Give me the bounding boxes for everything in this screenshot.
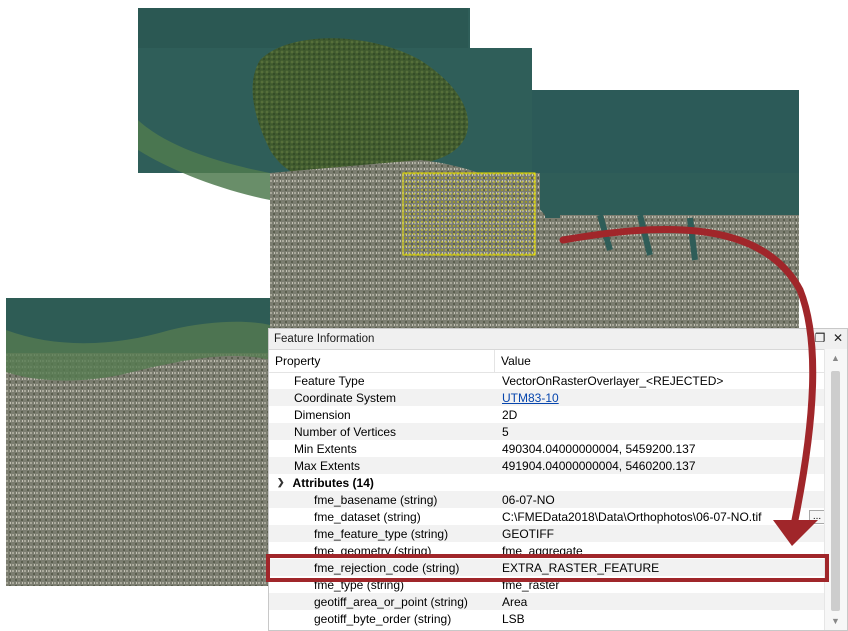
property-column-header[interactable]: Property bbox=[269, 350, 495, 372]
property-row[interactable]: Number of Vertices 5 bbox=[269, 423, 825, 440]
property-row[interactable]: Max Extents 491904.04000000004, 5460200.… bbox=[269, 457, 825, 474]
restore-icon[interactable]: ❐ bbox=[813, 330, 827, 346]
feature-information-panel: Feature Information ❐ ✕ Property Value F… bbox=[268, 328, 848, 631]
property-row[interactable]: Feature Type VectorOnRasterOverlayer_<RE… bbox=[269, 372, 825, 389]
attribute-row[interactable]: fme_type (string) fme_raster bbox=[269, 576, 825, 593]
attribute-row[interactable]: geotiff_byte_order (string) LSB bbox=[269, 610, 825, 627]
scroll-down-icon[interactable]: ▼ bbox=[831, 616, 840, 626]
browse-button[interactable]: ... bbox=[809, 509, 825, 524]
attribute-row[interactable]: geotiff_area_or_point (string) Area bbox=[269, 593, 825, 610]
close-icon[interactable]: ✕ bbox=[831, 330, 845, 346]
chevron-down-icon[interactable]: ❯ bbox=[277, 477, 285, 488]
coordinate-system-link[interactable]: UTM83-10 bbox=[502, 391, 559, 405]
value-column-header[interactable]: Value bbox=[495, 354, 531, 368]
attribute-row[interactable]: fme_geometry (string) fme_aggregate bbox=[269, 542, 825, 559]
vertical-scrollbar[interactable]: ▲ ▼ bbox=[824, 349, 847, 630]
property-row[interactable]: Min Extents 490304.04000000004, 5459200.… bbox=[269, 440, 825, 457]
attribute-row-rejection-code[interactable]: fme_rejection_code (string) EXTRA_RASTER… bbox=[269, 559, 825, 576]
selected-feature-box[interactable] bbox=[402, 172, 536, 256]
property-row[interactable]: Dimension 2D bbox=[269, 406, 825, 423]
scroll-thumb[interactable] bbox=[831, 371, 840, 611]
attribute-row[interactable]: fme_feature_type (string) GEOTIFF bbox=[269, 525, 825, 542]
column-header: Property Value bbox=[269, 350, 847, 373]
attribute-row[interactable]: fme_basename (string) 06-07-NO bbox=[269, 491, 825, 508]
attribute-row[interactable]: fme_dataset (string) C:\FMEData2018\Data… bbox=[269, 508, 825, 525]
attributes-group-row[interactable]: ❯ Attributes (14) bbox=[269, 474, 825, 491]
panel-titlebar[interactable]: Feature Information ❐ ✕ bbox=[269, 329, 847, 350]
panel-title: Feature Information bbox=[274, 333, 375, 345]
scroll-up-icon[interactable]: ▲ bbox=[831, 353, 840, 363]
property-row[interactable]: Coordinate System UTM83-10 bbox=[269, 389, 825, 406]
property-list: Feature Type VectorOnRasterOverlayer_<RE… bbox=[269, 372, 825, 627]
